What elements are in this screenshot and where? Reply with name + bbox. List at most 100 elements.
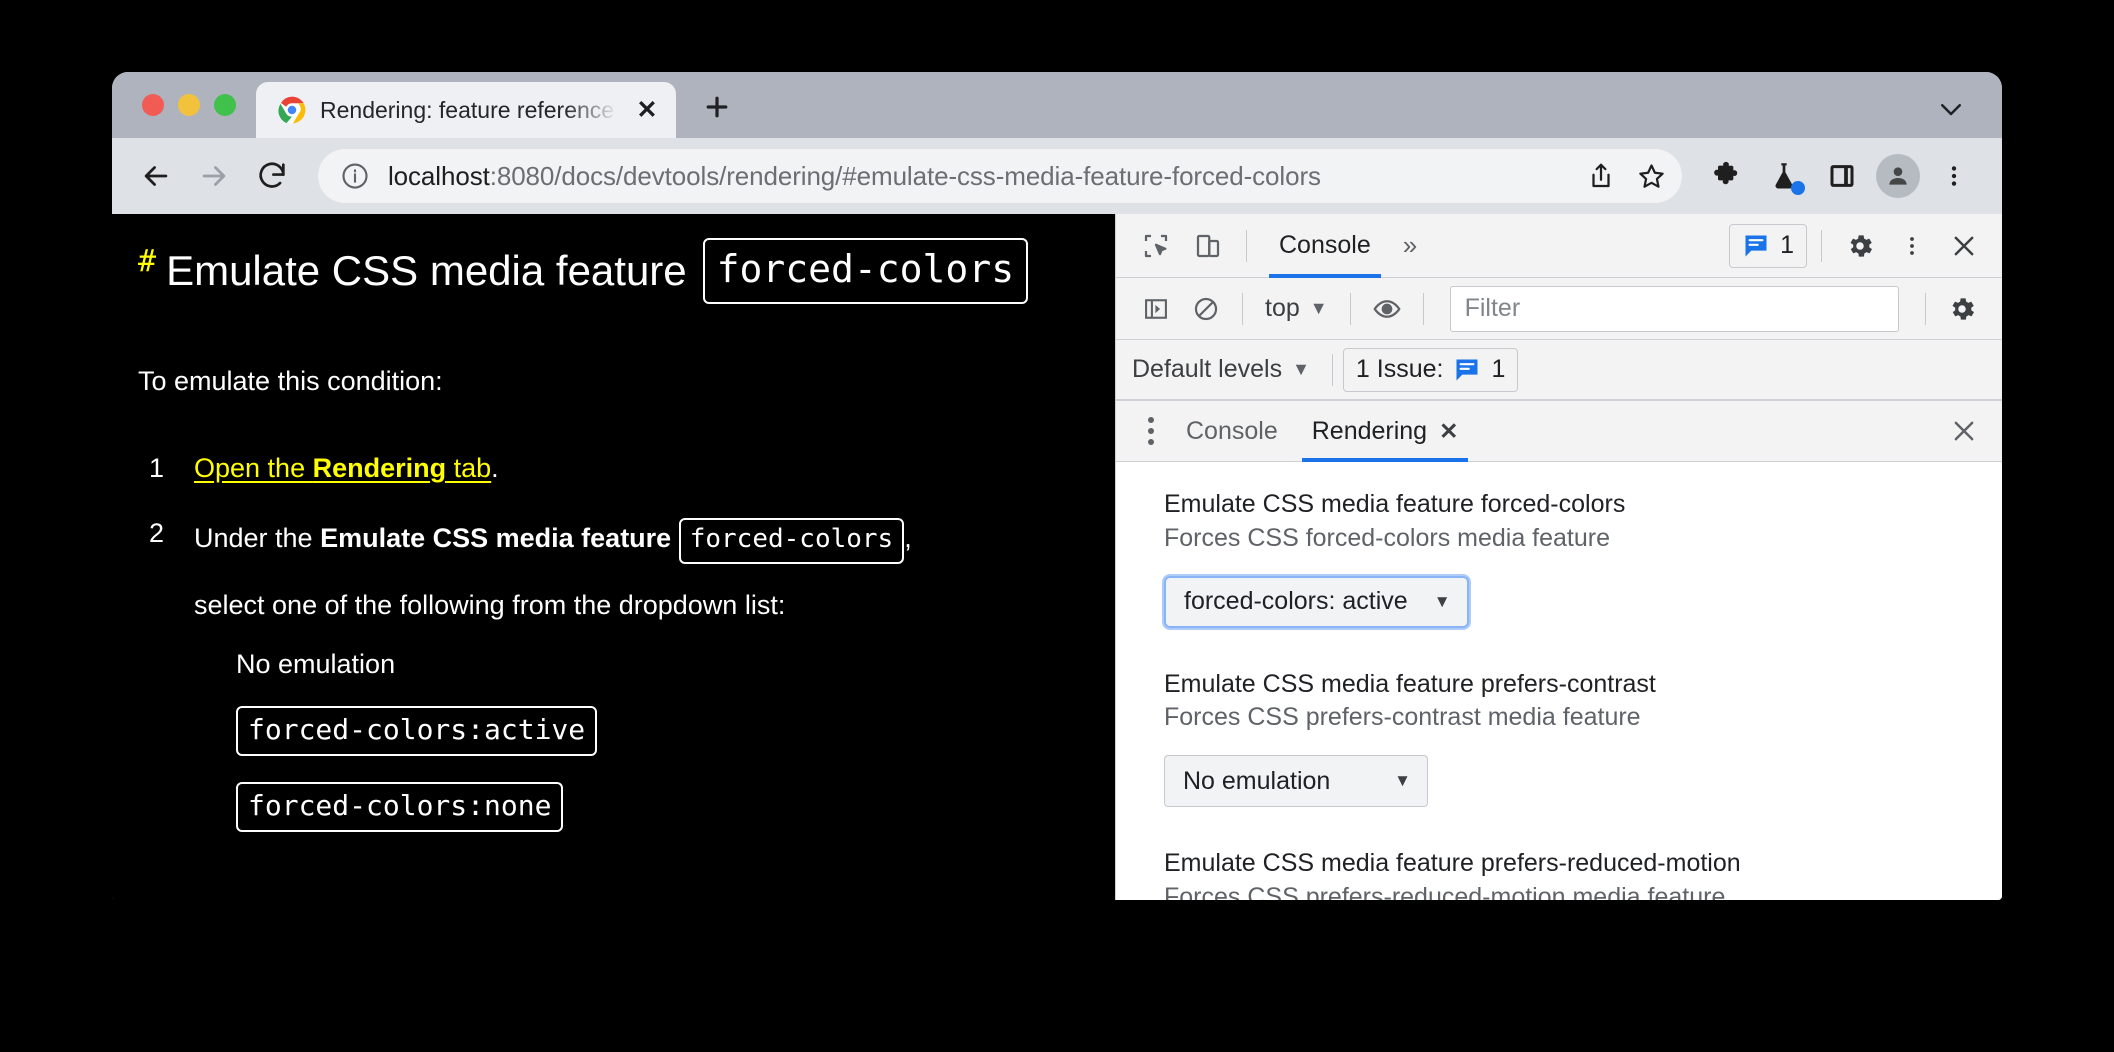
close-devtools-icon[interactable] — [1940, 222, 1988, 270]
issues-summary-badge[interactable]: 1 Issue: 1 — [1342, 347, 1519, 392]
page-title-code: forced-colors — [702, 238, 1029, 304]
option-code-label: forced-colors:active — [236, 705, 598, 756]
issues-summary-label: 1 Issue: — [1355, 355, 1444, 383]
toolbar-divider — [1422, 292, 1424, 325]
option-code-label: forced-colors:none — [236, 781, 564, 832]
back-arrow-icon[interactable] — [130, 150, 182, 202]
toolbar-divider — [1821, 229, 1822, 262]
url-host: localhost — [388, 160, 490, 191]
step-number: 2 — [148, 517, 164, 548]
toolbar-divider — [1246, 229, 1247, 262]
step2-code: forced-colors — [678, 517, 905, 564]
share-icon[interactable] — [1576, 151, 1626, 201]
issues-count: 1 — [1780, 231, 1794, 259]
browser-toolbar: localhost:8080/docs/devtools/rendering/#… — [112, 138, 2002, 214]
new-tab-button[interactable] — [690, 80, 744, 134]
execution-context-selector[interactable]: top ▼ — [1255, 294, 1338, 323]
select-value: No emulation — [1183, 766, 1331, 795]
chevron-down-icon: ▼ — [1394, 771, 1411, 790]
list-item: 1 Open the Rendering tab. — [138, 453, 1089, 484]
forced-colors-select[interactable]: forced-colors: active ▼ — [1164, 575, 1469, 628]
omnibox-actions — [1576, 151, 1676, 201]
option-forced-colors-none: forced-colors:none — [236, 781, 1089, 832]
step-number: 1 — [148, 452, 164, 483]
content-area: # Emulate CSS media feature forced-color… — [112, 214, 2002, 900]
list-item: 2 Under the Emulate CSS media feature fo… — [138, 517, 1089, 832]
more-tabs-chevron-icon[interactable]: » — [1393, 230, 1427, 261]
setting-description: Forces CSS prefers-reduced-motion media … — [1164, 882, 1726, 900]
three-dot-menu-icon[interactable] — [1928, 150, 1980, 202]
setting-title: Emulate CSS media feature prefers-reduce… — [1164, 849, 1741, 877]
browser-window: Rendering: feature reference - ✕ localho… — [112, 72, 2002, 900]
default-levels-selector[interactable]: Default levels ▼ — [1132, 355, 1322, 384]
tab-search-chevron-down-icon[interactable] — [1934, 92, 1968, 126]
close-window-button[interactable] — [142, 94, 164, 116]
issue-icon — [1453, 356, 1481, 384]
issues-summary-count: 1 — [1491, 355, 1506, 383]
console-levels-row: Default levels ▼ 1 Issue: 1 — [1116, 340, 2002, 400]
maximize-window-button[interactable] — [214, 94, 236, 116]
info-circle-icon[interactable] — [340, 161, 370, 191]
link-suffix: tab — [446, 452, 492, 483]
rendering-settings-list: Emulate CSS media feature forced-colors … — [1116, 462, 2002, 900]
console-settings-gear-icon[interactable] — [1938, 285, 1986, 333]
console-sidebar-toggle-icon[interactable] — [1132, 285, 1180, 333]
address-bar[interactable]: localhost:8080/docs/devtools/rendering/#… — [318, 149, 1682, 203]
console-toolbar: top ▼ — [1116, 278, 2002, 340]
page-title-text: Emulate CSS media feature — [166, 246, 687, 294]
step2-trailing: , — [904, 522, 912, 553]
setting-forced-colors: Emulate CSS media feature forced-colors … — [1164, 488, 2002, 658]
step-body: Under the Emulate CSS media feature forc… — [194, 517, 1089, 832]
issues-counter-badge[interactable]: 1 — [1729, 223, 1807, 268]
gear-icon[interactable] — [1836, 222, 1884, 270]
drawer-tab-console[interactable]: Console — [1170, 400, 1294, 462]
live-expression-eye-icon[interactable] — [1363, 285, 1411, 333]
device-toolbar-icon[interactable] — [1184, 222, 1232, 270]
flask-icon[interactable] — [1758, 150, 1810, 202]
tab-console[interactable]: Console — [1261, 214, 1389, 278]
setting-description: Forces CSS forced-colors media feature — [1164, 523, 1611, 552]
tab-strip: Rendering: feature reference - ✕ — [112, 72, 2002, 138]
heading-anchor-link[interactable]: # — [138, 244, 156, 279]
forward-arrow-icon[interactable] — [188, 150, 240, 202]
minimize-window-button[interactable] — [178, 94, 200, 116]
star-icon[interactable] — [1626, 151, 1676, 201]
chrome-favicon-icon — [278, 96, 306, 124]
step2-line2: select one of the following from the dro… — [194, 589, 786, 620]
prefers-contrast-select[interactable]: No emulation ▼ — [1164, 755, 1428, 807]
setting-prefers-contrast: Emulate CSS media feature prefers-contra… — [1164, 668, 2002, 838]
toolbar-divider — [1331, 353, 1333, 386]
avatar[interactable] — [1876, 154, 1920, 198]
chevron-down-icon: ▼ — [1433, 591, 1451, 611]
execution-context-value: top — [1265, 294, 1300, 322]
reload-icon[interactable] — [246, 150, 298, 202]
side-panel-icon[interactable] — [1816, 150, 1868, 202]
link-bold: Rendering — [312, 452, 447, 483]
option-forced-colors-active: forced-colors:active — [236, 705, 1089, 756]
issue-icon — [1742, 232, 1770, 260]
select-value: forced-colors: active — [1184, 587, 1408, 615]
option-no-emulation: No emulation — [236, 648, 396, 679]
puzzle-piece-icon[interactable] — [1700, 150, 1752, 202]
console-filter-input[interactable] — [1449, 285, 1899, 332]
browser-tab[interactable]: Rendering: feature reference - ✕ — [256, 82, 676, 138]
close-drawer-icon[interactable] — [1940, 407, 1988, 455]
setting-prefers-reduced-motion: Emulate CSS media feature prefers-reduce… — [1164, 847, 2002, 900]
toolbar-divider — [1349, 292, 1351, 325]
default-levels-label: Default levels — [1132, 355, 1283, 383]
web-page-viewport: # Emulate CSS media feature forced-color… — [112, 214, 1115, 900]
toolbar-divider — [1925, 292, 1926, 325]
devtools-more-options-icon[interactable] — [1888, 222, 1936, 270]
rendering-tab-link[interactable]: Open the Rendering tab — [194, 453, 491, 483]
drawer-tab-rendering[interactable]: Rendering ✕ — [1296, 400, 1475, 462]
clear-console-icon[interactable] — [1182, 285, 1230, 333]
drawer-more-options-icon[interactable] — [1134, 411, 1168, 451]
drawer-tab-close-icon[interactable]: ✕ — [1439, 418, 1458, 445]
url-path: :8080/docs/devtools/rendering/#emulate-c… — [489, 160, 1321, 191]
tab-close-button[interactable]: ✕ — [632, 95, 662, 125]
setting-title: Emulate CSS media feature forced-colors — [1164, 490, 1626, 518]
page-title: Emulate CSS media feature forced-colors — [166, 238, 1029, 304]
inspect-element-icon[interactable] — [1132, 222, 1180, 270]
page-heading-row: # Emulate CSS media feature forced-color… — [112, 238, 1115, 304]
step-body: Open the Rendering tab. — [194, 453, 1089, 484]
